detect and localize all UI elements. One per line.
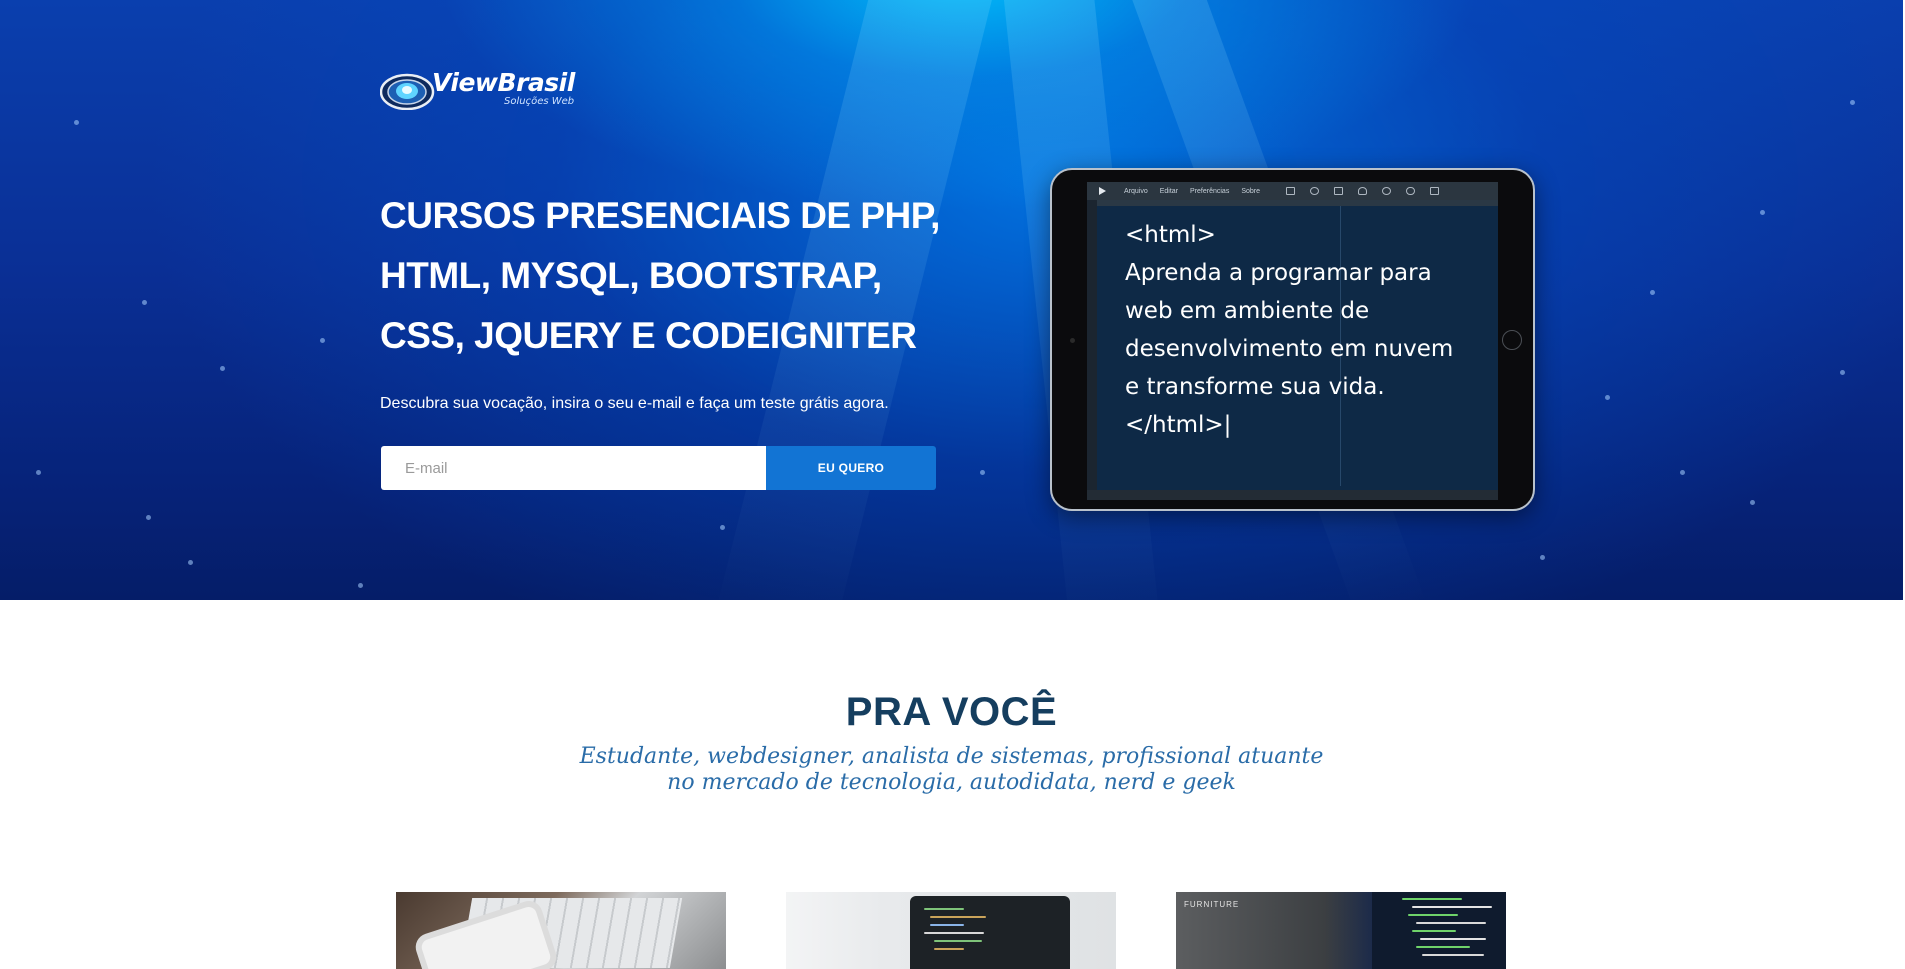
- hero-section: ViewBrasil Soluções Web CURSOS PRESENCIA…: [0, 0, 1903, 600]
- particle: [720, 525, 725, 530]
- code-line-mark: [934, 940, 982, 942]
- code-line-mark: [1402, 898, 1462, 900]
- section-subtitle-line: Estudante, webdesigner, analista de sist…: [579, 744, 1324, 769]
- laptop-image: [910, 896, 1070, 969]
- cloud-icon: [1406, 187, 1416, 195]
- list-icon: [1334, 187, 1344, 195]
- section-subtitle-line: no mercado de tecnologia, autodidata, ne…: [667, 770, 1236, 795]
- section-subtitle: Estudante, webdesigner, analista de sist…: [0, 744, 1903, 796]
- logo-disc-icon: [380, 73, 435, 110]
- code-line-mark: [1408, 914, 1458, 916]
- camera-dot: [1070, 338, 1075, 343]
- particle: [1540, 555, 1545, 560]
- particle: [1605, 395, 1610, 400]
- course-card-image[interactable]: [396, 892, 726, 969]
- menu-item: Arquivo: [1124, 187, 1148, 195]
- headline-line: HTML, MYSQL, BOOTSTRAP,: [380, 255, 882, 296]
- user-icon: [1358, 187, 1368, 195]
- code-line: web em ambiente de: [1125, 298, 1370, 324]
- code-line: e transforme sua vida.: [1125, 374, 1385, 400]
- hero-subtext: Descubra sua vocação, insira o seu e-mai…: [380, 395, 889, 412]
- particle: [1750, 500, 1755, 505]
- particle: [1650, 290, 1655, 295]
- code-line-mark: [1416, 946, 1470, 948]
- code-line-mark: [1416, 922, 1486, 924]
- section-title: PRA VOCÊ: [845, 690, 1058, 734]
- particle: [188, 560, 193, 565]
- course-card-image[interactable]: [786, 892, 1116, 969]
- code-line: desenvolvimento em nuvem: [1125, 336, 1454, 362]
- grid-icon: [1286, 187, 1296, 195]
- code-line-mark: [1420, 938, 1486, 940]
- course-card-image[interactable]: FURNITURE: [1176, 892, 1506, 969]
- code-line-mark: [930, 916, 986, 918]
- editor-statusbar: [1087, 490, 1498, 500]
- play-icon: [1099, 187, 1106, 195]
- code-screen-image: [1372, 892, 1506, 969]
- particle: [74, 120, 79, 125]
- code-block: <html> Aprenda a programar para web em a…: [1125, 216, 1495, 444]
- logo[interactable]: ViewBrasil Soluções Web: [380, 66, 600, 110]
- logo-tagline: Soluções Web: [504, 96, 575, 107]
- particle: [1760, 210, 1765, 215]
- particle: [1680, 470, 1685, 475]
- refresh-icon: [1382, 187, 1392, 195]
- particle: [358, 583, 363, 588]
- particle: [320, 338, 325, 343]
- signup-button[interactable]: EU QUERO: [766, 446, 936, 490]
- logo-name: ViewBrasil: [432, 68, 575, 97]
- code-line: <html>: [1125, 222, 1216, 248]
- menu-item: Preferências: [1190, 187, 1230, 195]
- code-line-mark: [930, 924, 964, 926]
- hero-headline: CURSOS PRESENCIAIS DE PHP, HTML, MYSQL, …: [380, 186, 980, 366]
- menu-item: Sobre: [1241, 187, 1261, 195]
- particle: [142, 300, 147, 305]
- code-line-mark: [924, 908, 964, 910]
- email-input[interactable]: [381, 446, 766, 490]
- tablet-mockup: Arquivo Editar Preferências Sobre <html>…: [1050, 168, 1535, 511]
- code-line-mark: [924, 932, 984, 934]
- furniture-label: FURNITURE: [1184, 900, 1240, 909]
- particle: [1850, 100, 1855, 105]
- particle: [1840, 370, 1845, 375]
- code-line-mark: [1422, 954, 1484, 956]
- code-line: </html>|: [1125, 412, 1232, 438]
- image-icon: [1430, 187, 1440, 195]
- menu-item: Editar: [1159, 187, 1179, 195]
- editor-gutter: [1087, 200, 1097, 490]
- particle: [220, 366, 225, 371]
- code-line-mark: [934, 948, 964, 950]
- search-icon: [1310, 187, 1320, 195]
- code-line-mark: [1412, 906, 1492, 908]
- particle: [146, 515, 151, 520]
- particle: [980, 470, 985, 475]
- editor-screen: Arquivo Editar Preferências Sobre <html>…: [1087, 182, 1498, 500]
- code-line-mark: [1412, 930, 1456, 932]
- code-line: Aprenda a programar para: [1125, 260, 1432, 286]
- editor-toolbar: Arquivo Editar Preferências Sobre: [1087, 182, 1498, 200]
- headline-line: CSS, JQUERY E CODEIGNITER: [380, 315, 917, 356]
- particle: [36, 470, 41, 475]
- headline-line: CURSOS PRESENCIAIS DE PHP,: [380, 195, 940, 236]
- editor-subbar: [1097, 200, 1498, 206]
- home-button-icon: [1502, 330, 1522, 350]
